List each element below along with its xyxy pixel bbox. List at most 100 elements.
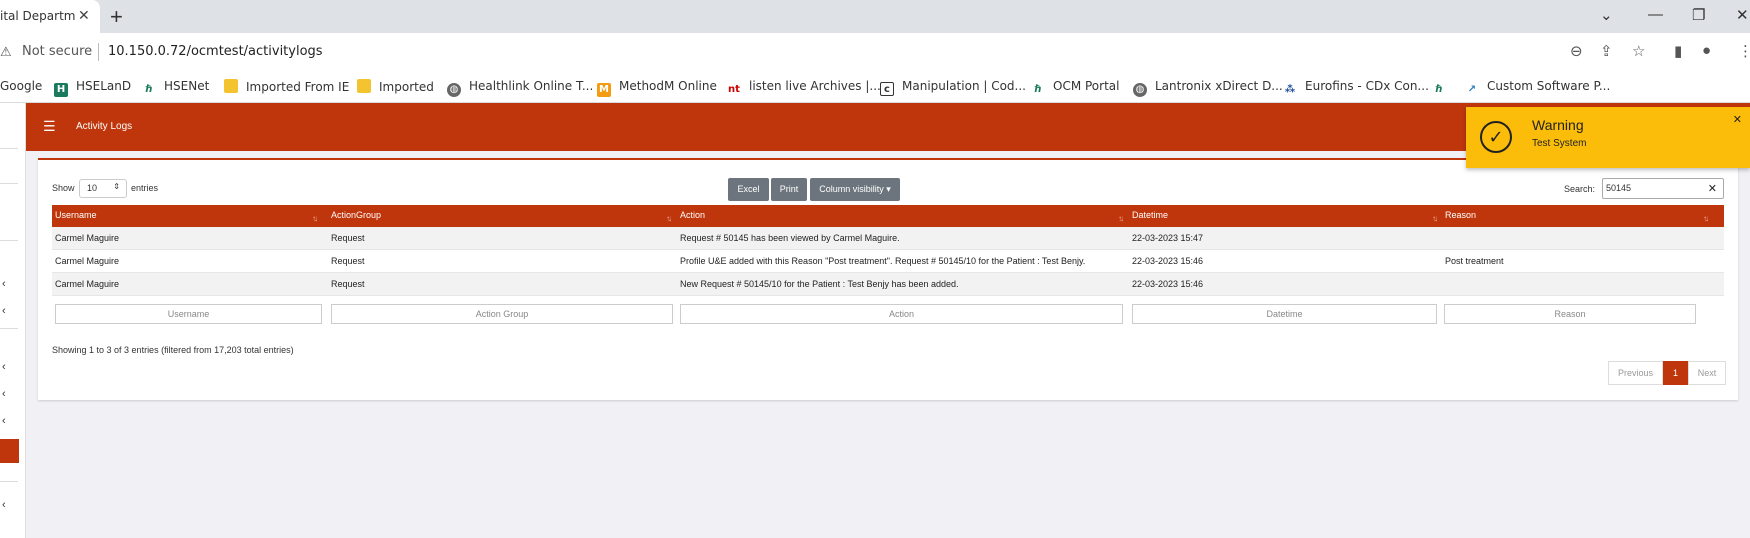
cell-action: Request # 50145 has been viewed by Carme… — [680, 233, 900, 243]
sort-icon[interactable]: ↑↓ — [1703, 214, 1709, 223]
page-length-value: 10 — [87, 183, 98, 193]
column-header-action[interactable]: Action — [680, 210, 705, 220]
page-1-button[interactable]: 1 — [1663, 361, 1688, 385]
sort-icon[interactable]: ↑↓ — [666, 214, 672, 223]
cell-datetime: 22-03-2023 15:47 — [1132, 233, 1204, 243]
search-value: 50145 — [1606, 183, 1632, 193]
ocm-icon: ℏ — [1034, 84, 1042, 95]
bookmark-hse[interactable]: ℏ — [1432, 79, 1454, 97]
page-length-select[interactable]: 10 ⇕ — [79, 179, 127, 198]
cell-reason: Post treatment — [1445, 256, 1504, 266]
column-header-reason[interactable]: Reason — [1445, 210, 1476, 220]
bookmark-imported-from-ie[interactable]: Imported From IE — [224, 79, 349, 94]
filter-datetime[interactable]: Datetime — [1132, 304, 1437, 324]
bookmark-hseland[interactable]: H HSELanD — [54, 79, 131, 97]
cell-username: Carmel Maguire — [55, 279, 120, 289]
sidebar: ‹ ‹ ‹ ‹ ‹ ‹ — [0, 103, 26, 538]
table-row[interactable]: Carmel Maguire Request Request # 50145 h… — [52, 227, 1724, 250]
folder-icon — [224, 79, 238, 93]
folder-icon — [357, 79, 371, 93]
divider — [0, 481, 18, 482]
column-header-datetime[interactable]: Datetime — [1132, 210, 1168, 220]
eurofins-icon: ⁂ — [1284, 84, 1296, 95]
tab-search-icon[interactable]: ⌄ — [1600, 6, 1613, 24]
toast-close-icon[interactable]: ✕ — [1733, 113, 1742, 126]
close-window-icon[interactable]: ✕ — [1736, 6, 1749, 24]
bookmark-manipulation[interactable]: c Manipulation | Cod... — [880, 79, 1026, 96]
globe-icon: ◍ — [1133, 83, 1147, 97]
check-circle-icon: ✓ — [1480, 121, 1512, 153]
menu-icon[interactable]: ⋮ — [1738, 42, 1750, 60]
doc-icon: c — [880, 82, 894, 96]
tab-close-icon[interactable]: ✕ — [78, 8, 90, 24]
bookmark-custom-software[interactable]: ↗ Custom Software P... — [1465, 79, 1611, 97]
divider — [0, 328, 18, 329]
column-header-actiongroup[interactable]: ActionGroup — [331, 210, 381, 220]
sort-icon[interactable]: ↑↓ — [1432, 214, 1438, 223]
zoom-icon[interactable]: ⊖ — [1570, 42, 1583, 60]
warning-icon[interactable]: ⚠ — [0, 44, 12, 60]
new-tab-icon[interactable]: + — [110, 4, 123, 30]
bookmark-google[interactable]: Google — [0, 79, 42, 93]
chevron-left-icon[interactable]: ‹ — [2, 415, 6, 427]
chevron-left-icon[interactable]: ‹ — [2, 361, 6, 373]
address-bar: ⚠ Not secure 10.150.0.72/ocmtest/activit… — [0, 33, 1750, 71]
previous-page-button[interactable]: Previous — [1608, 361, 1663, 385]
excel-button[interactable]: Excel — [728, 178, 769, 201]
table-row[interactable]: Carmel Maguire Request Profile U&E added… — [52, 250, 1724, 273]
divider — [0, 183, 18, 184]
activity-logs-card: Show 10 ⇕ entries Excel Print Column vis… — [38, 158, 1738, 400]
browser-tab-bar: ital Departm ✕ + ⌄ — ❐ ✕ — [0, 0, 1750, 33]
entries-label: entries — [131, 183, 159, 193]
filter-action-group[interactable]: Action Group — [331, 304, 673, 324]
divider — [0, 148, 18, 149]
clear-search-icon[interactable]: ✕ — [1708, 182, 1717, 195]
next-page-button[interactable]: Next — [1688, 361, 1726, 385]
filter-reason[interactable]: Reason — [1444, 304, 1696, 324]
cell-username: Carmel Maguire — [55, 256, 120, 266]
column-visibility-button[interactable]: Column visibility ▾ — [810, 178, 900, 201]
bookmark-listen-live[interactable]: nt listen live Archives |... — [727, 79, 881, 97]
search-input[interactable]: 50145 ✕ — [1602, 178, 1724, 199]
chevron-left-icon[interactable]: ‹ — [2, 278, 6, 290]
chevron-left-icon[interactable]: ‹ — [2, 305, 6, 317]
security-label[interactable]: Not secure — [22, 44, 92, 59]
url-field[interactable]: 10.150.0.72/ocmtest/activitylogs — [108, 44, 323, 59]
bookmark-imported[interactable]: Imported — [357, 79, 434, 94]
bookmark-ocm-portal[interactable]: ℏ OCM Portal — [1031, 79, 1119, 97]
bookmark-eurofins[interactable]: ⁂ Eurofins - CDx Con... — [1283, 79, 1429, 97]
bookmark-lantronix[interactable]: ◍ Lantronix xDirect D... — [1133, 79, 1283, 97]
sidebar-item-active[interactable] — [0, 439, 19, 463]
filter-username[interactable]: Username — [55, 304, 322, 324]
custom-icon: ↗ — [1467, 84, 1477, 95]
cell-datetime: 22-03-2023 15:46 — [1132, 279, 1204, 289]
cell-datetime: 22-03-2023 15:46 — [1132, 256, 1204, 266]
share-icon[interactable]: ⇪ — [1600, 42, 1613, 60]
profile-icon[interactable]: ● — [1702, 42, 1711, 59]
filter-action[interactable]: Action — [680, 304, 1123, 324]
browser-tab[interactable]: ital Departm ✕ — [0, 0, 100, 33]
minimize-icon[interactable]: — — [1648, 6, 1663, 23]
hamburger-menu-icon[interactable]: ☰ — [43, 118, 56, 135]
bookmark-star-icon[interactable]: ☆ — [1632, 42, 1645, 60]
bookmark-healthlink[interactable]: ◍ Healthlink Online T... — [447, 79, 593, 97]
methodm-icon: M — [597, 83, 611, 97]
search-label: Search: — [1564, 184, 1596, 194]
column-header-username[interactable]: Username — [55, 210, 97, 220]
chevron-left-icon[interactable]: ‹ — [2, 388, 6, 400]
nt-icon: nt — [728, 84, 740, 95]
cell-actiongroup: Request — [331, 233, 365, 243]
sort-icon[interactable]: ↑↓ — [312, 214, 318, 223]
cell-actiongroup: Request — [331, 256, 365, 266]
bookmark-hsenet[interactable]: ℏ HSENet — [142, 79, 209, 97]
sort-icon[interactable]: ↑↓ — [1118, 214, 1124, 223]
table-info: Showing 1 to 3 of 3 entries (filtered fr… — [52, 345, 294, 355]
restore-icon[interactable]: ❐ — [1692, 6, 1705, 24]
hse-icon: ℏ — [145, 84, 153, 95]
table-row[interactable]: Carmel Maguire Request New Request # 501… — [52, 273, 1724, 296]
divider — [98, 43, 99, 61]
side-panel-icon[interactable]: ▮ — [1674, 42, 1682, 60]
print-button[interactable]: Print — [771, 178, 807, 201]
chevron-left-icon[interactable]: ‹ — [2, 499, 6, 511]
bookmark-methodm[interactable]: M MethodM Online — [597, 79, 717, 97]
